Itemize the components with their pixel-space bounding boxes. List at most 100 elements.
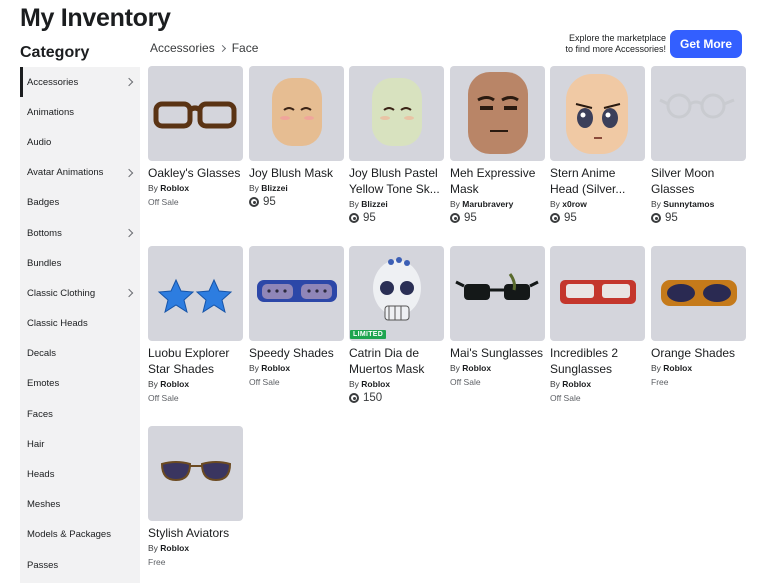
creator-name[interactable]: Roblox — [562, 379, 591, 389]
sidebar-item-animations[interactable]: Animations — [20, 97, 140, 127]
sidebar-item-label: Faces — [27, 408, 53, 420]
star-shades-icon — [157, 278, 233, 314]
sidebar-item-hair[interactable]: Hair — [20, 429, 140, 459]
item-thumbnail[interactable]: LIMITED — [349, 246, 444, 341]
robux-icon — [450, 213, 460, 223]
sidebar-item-heads[interactable]: Heads — [20, 459, 140, 489]
item-card[interactable]: Stern Anime Head (Silver... By x0row 95 — [550, 66, 645, 224]
item-name[interactable]: Stylish Aviators — [148, 525, 243, 541]
item-card[interactable]: Mai's Sunglasses By Roblox Off Sale — [450, 246, 545, 389]
creator-name[interactable]: Sunnytamos — [663, 199, 714, 209]
creator-name[interactable]: Roblox — [160, 183, 189, 193]
item-card[interactable]: Joy Blush Mask By Blizzei 95 — [249, 66, 344, 208]
item-thumbnail[interactable] — [450, 66, 545, 161]
creator-name[interactable]: Blizzei — [261, 183, 287, 193]
item-card[interactable]: Orange Shades By Roblox Free — [651, 246, 746, 389]
robux-icon — [249, 197, 259, 207]
robux-icon — [550, 213, 560, 223]
item-thumbnail[interactable] — [651, 66, 746, 161]
creator-name[interactable]: Roblox — [160, 379, 189, 389]
item-name[interactable]: Catrin Dia de Muertos Mask — [349, 345, 444, 377]
sidebar-item-passes[interactable]: Passes — [20, 550, 140, 580]
breadcrumb-current: Face — [231, 41, 259, 55]
creator-name[interactable]: Roblox — [160, 543, 189, 553]
breadcrumb: Accessories Face — [150, 41, 258, 55]
item-thumbnail[interactable] — [249, 66, 344, 161]
by-label: By — [148, 543, 158, 553]
robux-amount: 95 — [363, 212, 376, 224]
item-thumbnail[interactable] — [450, 246, 545, 341]
creator-name[interactable]: Roblox — [462, 363, 491, 373]
item-card[interactable]: Stylish Aviators By Roblox Free — [148, 426, 243, 569]
robux-amount: 95 — [665, 212, 678, 224]
item-card[interactable]: Incredibles 2 Sunglasses By Roblox Off Sal… — [550, 246, 645, 405]
sidebar-item-emotes[interactable]: Emotes — [20, 369, 140, 399]
item-thumbnail[interactable] — [550, 66, 645, 161]
item-card[interactable]: Silver Moon Glasses By Sunnytamos 95 — [651, 66, 746, 224]
item-thumbnail[interactable] — [349, 66, 444, 161]
item-thumbnail[interactable] — [550, 246, 645, 341]
chevron-right-icon — [124, 77, 134, 87]
creator-name[interactable]: x0row — [562, 199, 587, 209]
sidebar-item-label: Audio — [27, 136, 52, 148]
sidebar-item-audio[interactable]: Audio — [20, 127, 140, 157]
item-name[interactable]: Stern Anime Head (Silver... — [550, 165, 645, 197]
creator-name[interactable]: Marubravery — [462, 199, 513, 209]
item-name[interactable]: Silver Moon Glasses — [651, 165, 746, 197]
breadcrumb-parent-link[interactable]: Accessories — [150, 41, 215, 55]
item-name[interactable]: Oakley's Glasses — [148, 165, 243, 181]
mai-sunglasses-icon — [455, 273, 539, 300]
item-card[interactable]: Speedy Shades By Roblox Off Sale — [249, 246, 344, 389]
item-thumbnail[interactable] — [148, 426, 243, 521]
sidebar-item-bottoms[interactable]: Bottoms — [20, 218, 140, 248]
sidebar-item-accessories[interactable]: Accessories — [20, 67, 140, 98]
skull-mask-icon — [373, 257, 421, 321]
creator-name[interactable]: Roblox — [361, 379, 390, 389]
sidebar-item-classic-clothing[interactable]: Classic Clothing — [20, 278, 140, 308]
sidebar-item-meshes[interactable]: Meshes — [20, 490, 140, 520]
item-name[interactable]: Mai's Sunglasses — [450, 345, 545, 361]
item-creator: By Roblox — [148, 542, 243, 555]
item-thumbnail[interactable] — [148, 66, 243, 161]
brown-glasses-icon — [153, 101, 237, 129]
sidebar-item-label: Animations — [27, 106, 74, 118]
sidebar-item-faces[interactable]: Faces — [20, 399, 140, 429]
item-price-status: Free — [651, 377, 669, 387]
item-name[interactable]: Joy Blush Mask — [249, 165, 344, 181]
sidebar-item-label: Bottoms — [27, 227, 62, 239]
item-price: 95 — [651, 212, 746, 224]
sidebar-item-bundles[interactable]: Bundles — [20, 248, 140, 278]
item-card[interactable]: Luobu Explorer Star Shades By Roblox Off S… — [148, 246, 243, 405]
item-name[interactable]: Speedy Shades — [249, 345, 344, 361]
item-thumbnail[interactable] — [651, 246, 746, 341]
item-creator: By Roblox — [349, 378, 444, 391]
item-card[interactable]: Joy Blush Pastel Yellow Tone Sk... By Bli… — [349, 66, 444, 224]
item-card[interactable]: Meh Expressive Mask By Marubravery 95 — [450, 66, 545, 224]
item-name[interactable]: Incredibles 2 Sunglasses — [550, 345, 645, 377]
item-name[interactable]: Meh Expressive Mask — [450, 165, 545, 197]
sidebar-item-models-packages[interactable]: Models & Packages — [20, 520, 140, 550]
creator-name[interactable]: Roblox — [663, 363, 692, 373]
chevron-right-icon — [124, 168, 134, 177]
item-name[interactable]: Orange Shades — [651, 345, 746, 361]
item-card[interactable]: LIMITED Catrin Dia de Muertos Mask By Robl… — [349, 246, 444, 404]
get-more-button[interactable]: Get More — [670, 30, 742, 58]
sidebar-item-avatar-animations[interactable]: Avatar Animations — [20, 158, 140, 188]
promo-line-1: Explore the marketplace — [568, 33, 666, 43]
item-thumbnail[interactable] — [148, 246, 243, 341]
robux-icon — [349, 213, 359, 223]
sidebar-item-label: Heads — [27, 469, 55, 481]
item-thumbnail[interactable] — [249, 246, 344, 341]
item-card[interactable]: Oakley's Glasses By Roblox Off Sale — [148, 66, 243, 209]
creator-name[interactable]: Roblox — [261, 363, 290, 373]
sidebar-item-badges[interactable]: Badges — [20, 188, 140, 218]
robux-icon — [349, 393, 359, 403]
page-title: My Inventory — [20, 4, 171, 32]
item-creator: By Marubravery — [450, 198, 545, 211]
sidebar-item-classic-heads[interactable]: Classic Heads — [20, 309, 140, 339]
item-creator: By Roblox — [651, 362, 746, 375]
item-name[interactable]: Joy Blush Pastel Yellow Tone Sk... — [349, 165, 444, 197]
item-name[interactable]: Luobu Explorer Star Shades — [148, 345, 243, 377]
creator-name[interactable]: Blizzei — [361, 199, 387, 209]
sidebar-item-decals[interactable]: Decals — [20, 339, 140, 369]
